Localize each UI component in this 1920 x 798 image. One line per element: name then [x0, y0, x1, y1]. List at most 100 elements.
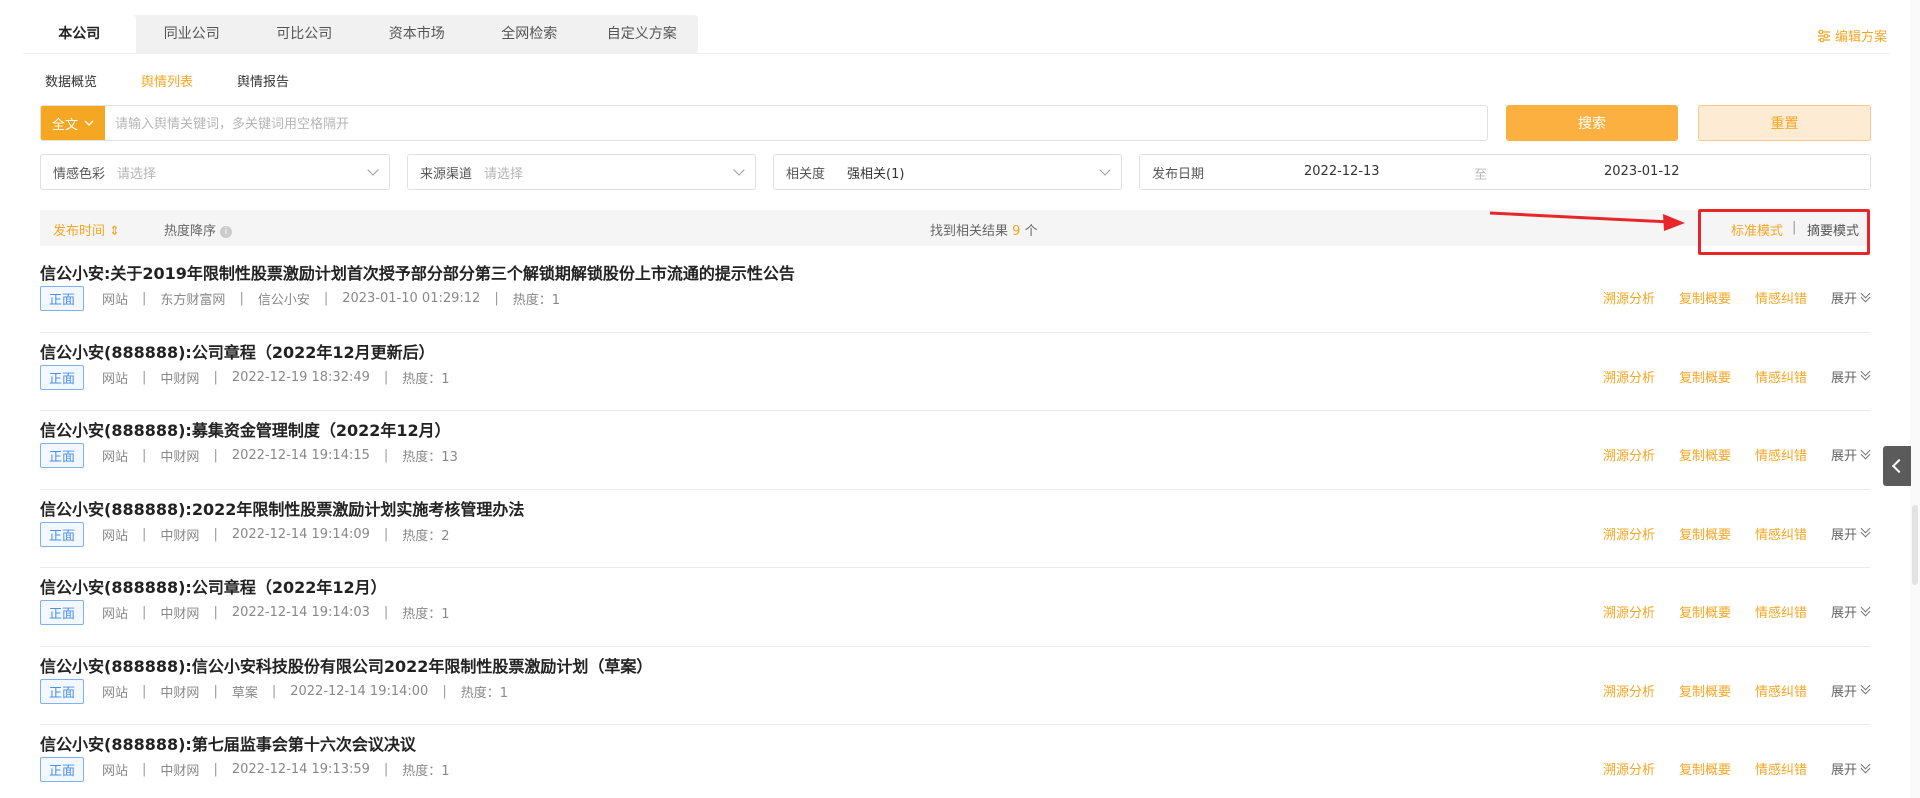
meta-field: 热度：13	[402, 450, 458, 465]
relevance-filter-select[interactable]: 相关度 强相关(1)	[773, 154, 1122, 190]
subtab-sentiment-report[interactable]: 舆情报告	[237, 71, 289, 90]
edit-scheme-button[interactable]: 编辑方案	[1817, 26, 1887, 45]
collapse-panel-button[interactable]	[1883, 446, 1911, 486]
sentiment-correction-button[interactable]: 情感纠错	[1755, 759, 1807, 778]
expand-label: 展开	[1830, 684, 1857, 700]
item-meta: 正面 网站 | 东方财富网 | 信公小安 | 2023-01-10 01:29:12 | 热度：1	[40, 286, 560, 311]
expand-button[interactable]: 展开	[1831, 681, 1870, 700]
copy-summary-button[interactable]: 复制概要	[1679, 524, 1731, 543]
expand-button[interactable]: 展开	[1831, 759, 1870, 778]
source-filter-select[interactable]: 来源渠道 请选择	[407, 154, 756, 190]
tab-capital-market[interactable]: 资本市场	[361, 15, 474, 54]
expand-button[interactable]: 展开	[1831, 524, 1870, 543]
scrollbar-thumb[interactable]	[1912, 505, 1918, 585]
result-count-prefix: 找到相关结果	[930, 224, 1009, 239]
double-chevron-down-icon	[1860, 293, 1870, 303]
meta-field: 热度：1	[402, 371, 450, 387]
item-actions: 溯源分析 复制概要 情感纠错 展开	[1579, 681, 1870, 700]
double-chevron-down-icon	[1860, 450, 1870, 460]
double-chevron-down-icon	[1860, 528, 1870, 538]
search-scope-dropdown[interactable]: 全文	[41, 106, 105, 140]
scrollbar-track[interactable]	[1910, 0, 1920, 798]
trace-analysis-button[interactable]: 溯源分析	[1603, 602, 1655, 621]
item-title[interactable]: 信公小安:关于2019年限制性股票激励计划首次授予部分部分第三个解锁期解锁股份上…	[40, 260, 795, 284]
copy-summary-button[interactable]: 复制概要	[1679, 759, 1731, 778]
expand-button[interactable]: 展开	[1831, 445, 1870, 464]
double-chevron-down-icon	[1860, 607, 1870, 617]
meta-field: 中财网	[160, 764, 200, 779]
copy-summary-button[interactable]: 复制概要	[1679, 288, 1731, 307]
copy-summary-button[interactable]: 复制概要	[1679, 367, 1731, 386]
item-meta: 正面 网站 | 中财网 | 2022-12-14 19:14:15 | 热度：13	[40, 443, 458, 468]
trace-analysis-button[interactable]: 溯源分析	[1603, 367, 1655, 386]
sort-by-heat[interactable]: 热度降序 i	[164, 220, 233, 239]
result-count: 找到相关结果 9 个	[930, 220, 1038, 239]
meta-separator: |	[213, 762, 218, 777]
sentiment-badge: 正面	[40, 757, 85, 782]
tab-comparable-companies[interactable]: 可比公司	[248, 15, 361, 54]
tab-web-search[interactable]: 全网检索	[473, 15, 586, 54]
trace-analysis-button[interactable]: 溯源分析	[1603, 288, 1655, 307]
sentiment-filter-placeholder: 请选择	[117, 166, 157, 182]
tab-peer-companies[interactable]: 同业公司	[136, 15, 249, 54]
item-meta: 正面 网站 | 中财网 | 草案 | 2022-12-14 19:14:00 | 热度：1	[40, 678, 508, 704]
meta-separator: |	[442, 683, 447, 699]
sentiment-correction-button[interactable]: 情感纠错	[1755, 602, 1807, 621]
date-range-picker[interactable]: 发布日期	[1139, 154, 1871, 190]
item-actions: 溯源分析 复制概要 情感纠错 展开	[1579, 759, 1870, 778]
chevron-down-icon	[367, 164, 379, 176]
meta-field: 中财网	[160, 685, 200, 701]
sentiment-filter-select[interactable]: 情感色彩 请选择	[40, 154, 390, 190]
list-item: 信公小安(888888):募集资金管理制度（2022年12月） 正面 网站 | 中财网 |…	[40, 411, 1870, 490]
list-item: 信公小安:关于2019年限制性股票激励计划首次授予部分部分第三个解锁期解锁股份上…	[40, 254, 1870, 333]
meta-separator: |	[383, 369, 389, 385]
result-count-suffix: 个	[1024, 224, 1038, 239]
trace-analysis-button[interactable]: 溯源分析	[1603, 445, 1655, 464]
search-button[interactable]: 搜索	[1506, 105, 1678, 141]
sort-by-publish-time[interactable]: 发布时间 ⇕	[53, 220, 120, 239]
item-title[interactable]: 信公小安(888888):2022年限制性股票激励计划实施考核管理办法	[40, 496, 524, 520]
sentiment-badge: 正面	[40, 600, 85, 625]
date-end-value[interactable]: 2023-01-12	[1604, 164, 1680, 179]
item-title[interactable]: 信公小安(888888):募集资金管理制度（2022年12月）	[40, 417, 451, 441]
sentiment-correction-button[interactable]: 情感纠错	[1755, 524, 1807, 543]
expand-button[interactable]: 展开	[1831, 288, 1870, 307]
meta-separator: |	[142, 448, 147, 463]
subtab-data-overview[interactable]: 数据概览	[45, 71, 97, 90]
meta-separator: |	[213, 369, 218, 385]
sentiment-correction-button[interactable]: 情感纠错	[1755, 681, 1807, 700]
list-item: 信公小安(888888):公司章程（2022年12月更新后） 正面 网站 | 中财网 | 2…	[40, 333, 1870, 411]
sentiment-correction-button[interactable]: 情感纠错	[1755, 288, 1807, 307]
meta-field: 2022-12-14 19:14:03	[231, 605, 370, 620]
list-item: 信公小安(888888):信公小安科技股份有限公司2022年限制性股票激励计划（…	[40, 647, 1870, 725]
expand-label: 展开	[1830, 763, 1857, 778]
tab-custom-scheme[interactable]: 自定义方案	[586, 15, 699, 54]
expand-button[interactable]: 展开	[1831, 367, 1870, 386]
item-title[interactable]: 信公小安(888888):公司章程（2022年12月）	[40, 574, 387, 598]
search-input[interactable]	[105, 107, 1487, 139]
meta-field: 中财网	[160, 528, 200, 544]
tab-own-company[interactable]: 本公司	[23, 15, 136, 54]
reset-button[interactable]: 重置	[1698, 105, 1871, 141]
sliders-icon	[1817, 29, 1830, 42]
sentiment-correction-button[interactable]: 情感纠错	[1755, 445, 1807, 464]
item-title[interactable]: 信公小安(888888):公司章程（2022年12月更新后）	[40, 339, 435, 363]
sentiment-correction-button[interactable]: 情感纠错	[1755, 367, 1807, 386]
info-icon: i	[220, 226, 233, 238]
date-filter-label: 发布日期	[1152, 166, 1205, 182]
item-title[interactable]: 信公小安(888888):第七届监事会第十六次会议决议	[40, 731, 416, 755]
trace-analysis-button[interactable]: 溯源分析	[1603, 759, 1655, 778]
copy-summary-button[interactable]: 复制概要	[1679, 681, 1731, 700]
copy-summary-button[interactable]: 复制概要	[1679, 602, 1731, 621]
trace-analysis-button[interactable]: 溯源分析	[1603, 681, 1655, 700]
meta-separator: |	[142, 526, 147, 542]
item-title[interactable]: 信公小安(888888):信公小安科技股份有限公司2022年限制性股票激励计划（…	[40, 653, 652, 677]
expand-button[interactable]: 展开	[1831, 602, 1870, 621]
source-filter-placeholder: 请选择	[484, 166, 524, 182]
copy-summary-button[interactable]: 复制概要	[1679, 445, 1731, 464]
trace-analysis-button[interactable]: 溯源分析	[1603, 524, 1655, 543]
date-start-value[interactable]: 2022-12-13	[1304, 164, 1380, 179]
sentiment-badge: 正面	[40, 286, 85, 311]
subtab-sentiment-list[interactable]: 舆情列表	[141, 71, 193, 90]
meta-separator: |	[142, 683, 147, 699]
